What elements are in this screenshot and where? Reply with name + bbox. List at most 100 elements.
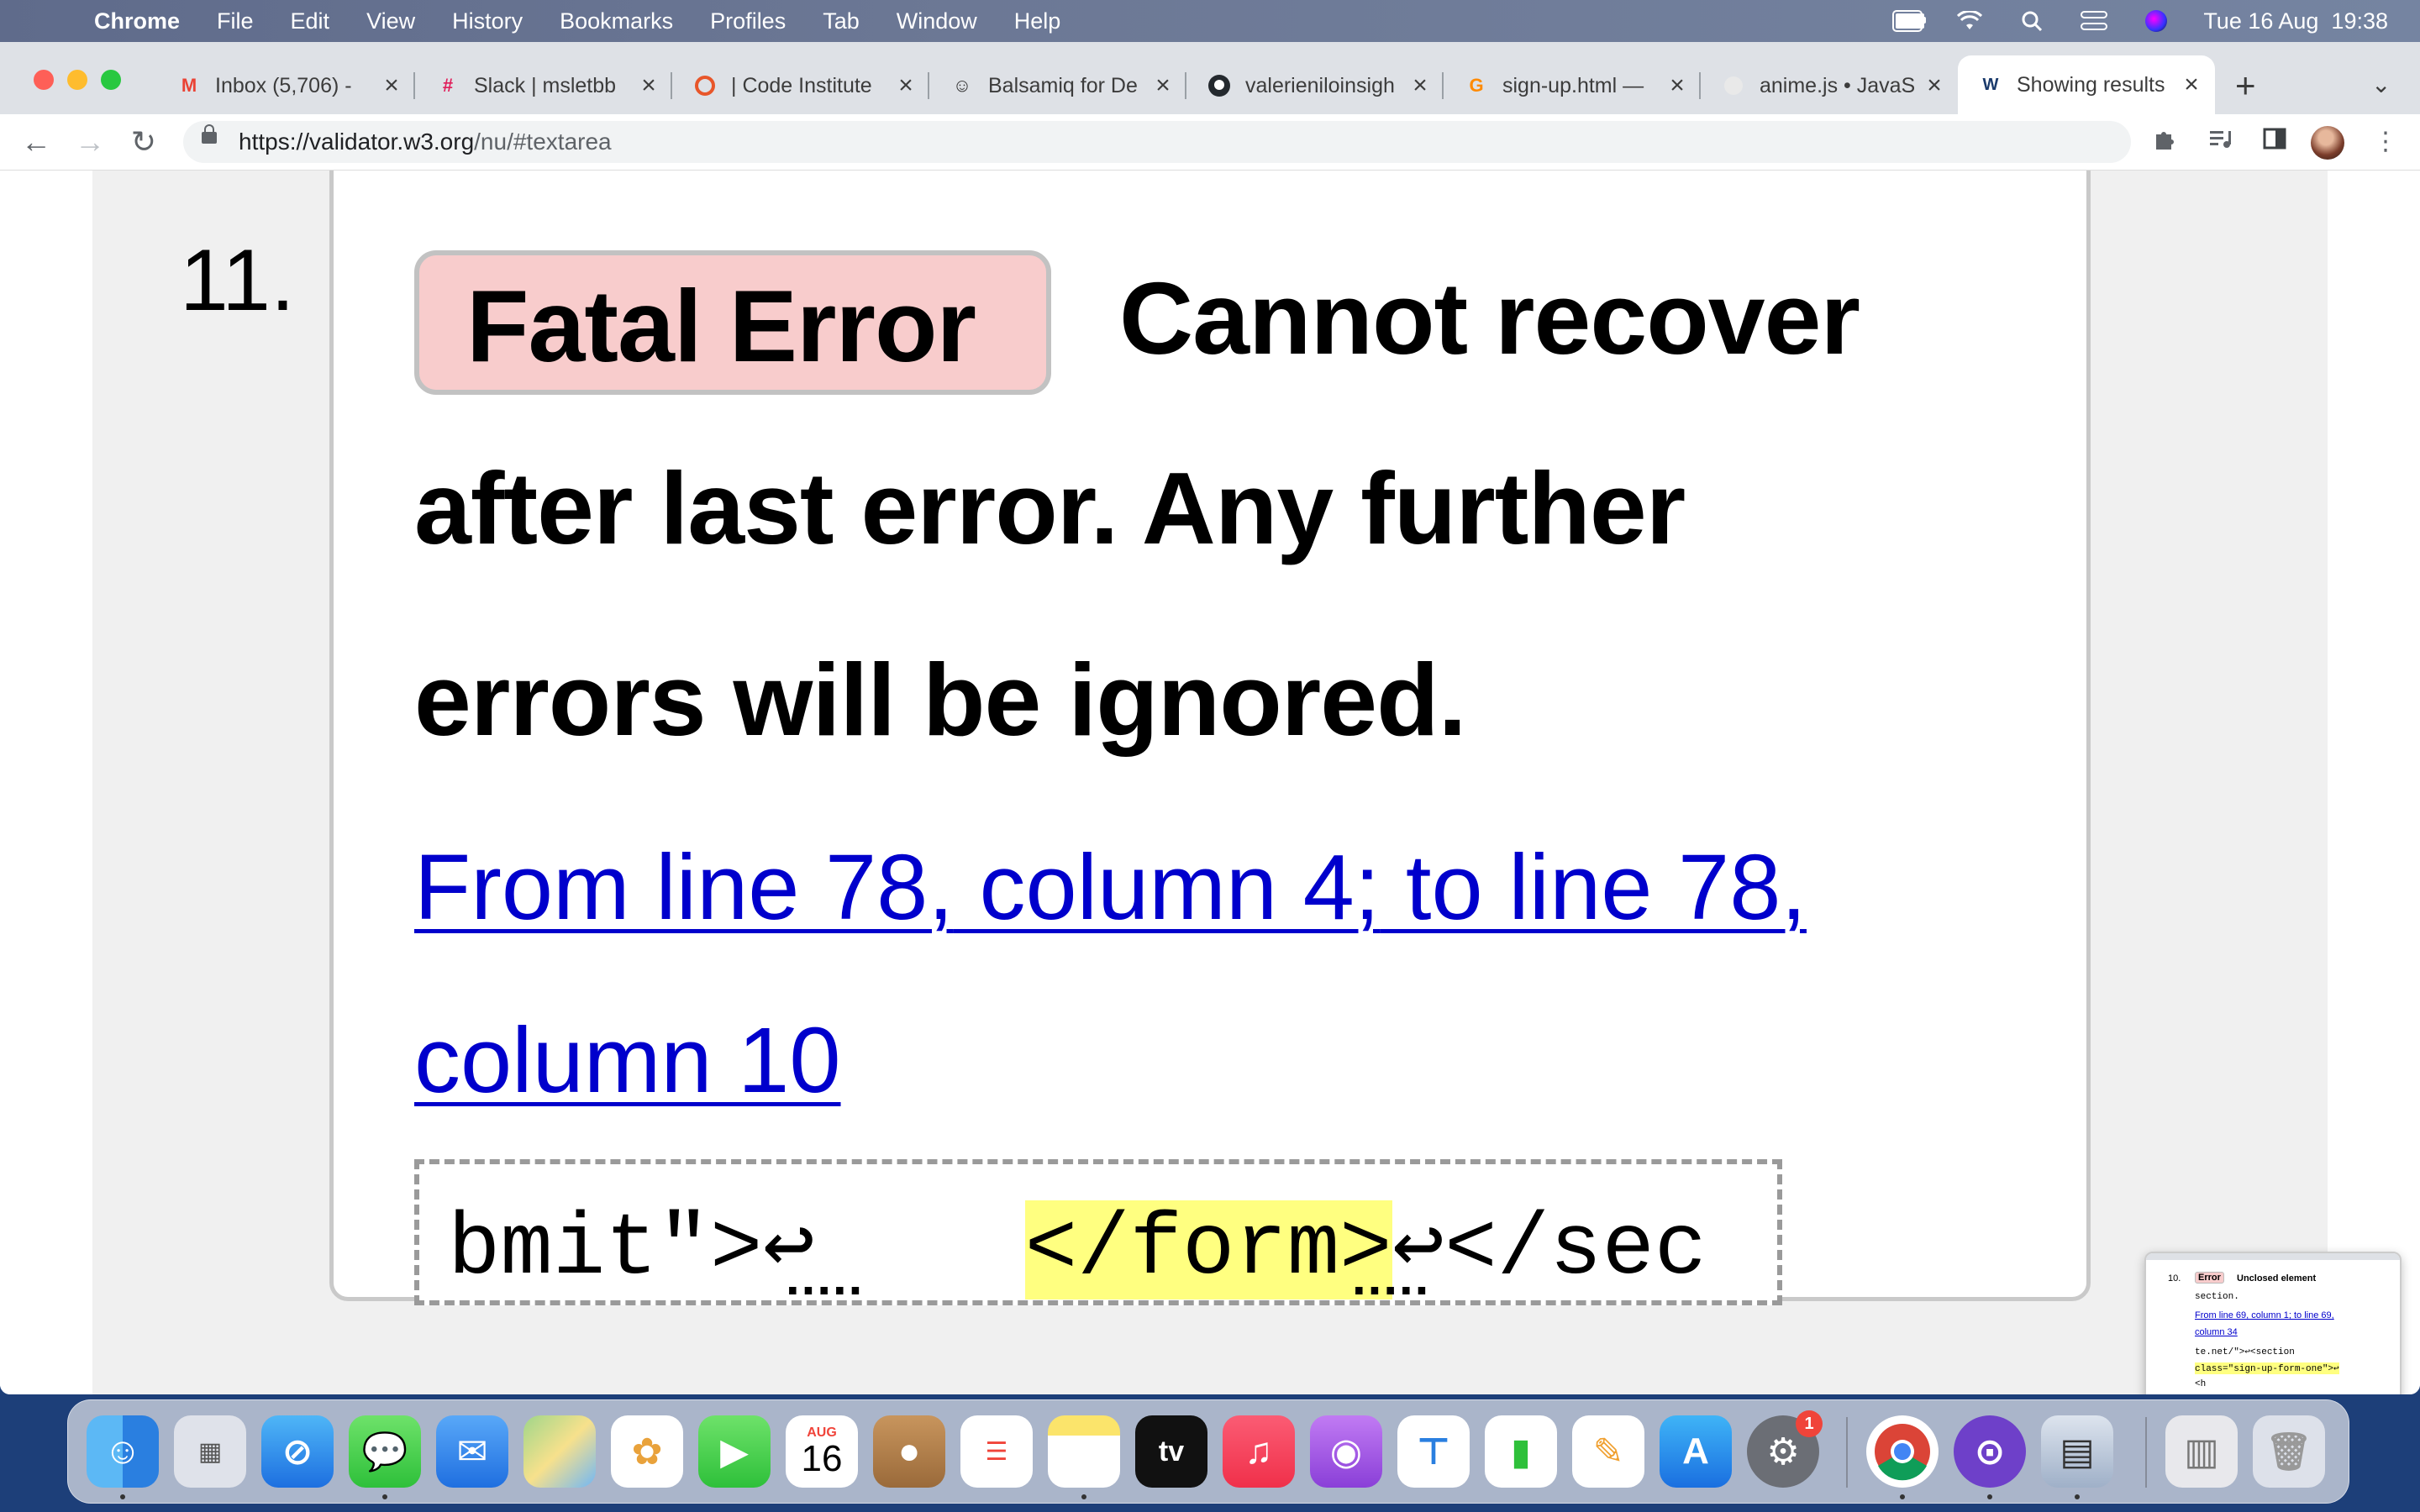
extract-code: bmit">↩ </form>↩</sec	[448, 1191, 1707, 1299]
close-window-button[interactable]	[34, 70, 54, 90]
tab-gitpod[interactable]: G sign-up.html — ×	[1444, 60, 1701, 111]
apple-tv-icon[interactable]: tv	[1135, 1415, 1207, 1488]
location-from-line[interactable]: From line 78,	[414, 836, 954, 939]
close-tab-icon[interactable]: ×	[639, 71, 659, 100]
menu-edit[interactable]: Edit	[291, 8, 330, 34]
close-tab-icon[interactable]: ×	[381, 71, 402, 100]
media-control-icon[interactable]	[2205, 126, 2237, 158]
system-preferences-icon[interactable]: ⚙ 1	[1747, 1410, 1823, 1488]
close-tab-icon[interactable]: ×	[1924, 71, 1944, 100]
tab-github[interactable]: valerieniloinsigh ×	[1186, 60, 1444, 111]
launchpad-icon[interactable]: ▦	[174, 1415, 246, 1488]
menu-file[interactable]: File	[217, 8, 254, 34]
thumb-link-1: From line 69, column 1; to line 69,	[2195, 1310, 2334, 1320]
tab-balsamiq[interactable]: ☺ Balsamiq for De ×	[929, 60, 1186, 111]
location-from-column[interactable]: column 4;	[954, 836, 1380, 939]
close-tab-icon[interactable]: ×	[2181, 71, 2202, 99]
menu-profiles[interactable]: Profiles	[710, 8, 786, 34]
photos-icon[interactable]: ✿	[611, 1415, 683, 1488]
minimize-window-button[interactable]	[67, 70, 87, 90]
message-text-line-1: Cannot recover	[1119, 261, 1860, 375]
tab-validator-active[interactable]: W Showing results ×	[1958, 55, 2215, 114]
linebreak-marker: .....	[786, 1249, 865, 1305]
lock-icon[interactable]	[202, 124, 217, 144]
extensions-puzzle-icon[interactable]	[2149, 126, 2181, 158]
github-icon	[1207, 73, 1232, 98]
location-link[interactable]: From line 78, column 4; to line 78,	[414, 834, 1807, 941]
trash-icon[interactable]: 🗑	[2253, 1415, 2325, 1488]
tab-title: valerieniloinsigh	[1245, 73, 1395, 97]
address-url[interactable]: https://validator.w3.org/nu/#textarea	[239, 121, 612, 163]
tab-search-chevron-icon[interactable]: ⌄	[2371, 71, 2391, 98]
numbers-icon[interactable]: ▮	[1485, 1415, 1557, 1488]
menu-history[interactable]: History	[452, 8, 523, 34]
extract-before: bmit">↩	[448, 1200, 1025, 1299]
mail-icon[interactable]: ✉	[436, 1415, 508, 1488]
forward-button[interactable]: →	[71, 123, 109, 161]
music-icon[interactable]: ♫	[1223, 1415, 1295, 1488]
side-panel-icon[interactable]	[2259, 126, 2291, 158]
location-link-column[interactable]: column 10	[414, 1007, 841, 1114]
chrome-menu-icon[interactable]: ⋮	[2370, 126, 2402, 158]
thumb-error-badge: Error	[2195, 1272, 2224, 1284]
keynote-icon[interactable]: ⊤	[1397, 1415, 1470, 1488]
fatal-error-badge: Fatal Error	[414, 250, 1051, 395]
facetime-icon[interactable]: ▶	[698, 1415, 771, 1488]
screenshot-thumbnail-preview[interactable]: 10. Error Unclosed element section. From…	[2144, 1252, 2402, 1394]
browser-toolbar: ← → ↻ https://validator.w3.org/nu/#texta…	[0, 114, 2420, 171]
safari-icon[interactable]: ⊘	[261, 1415, 334, 1488]
extract-highlight: </form>	[1024, 1200, 1392, 1299]
notes-icon[interactable]	[1048, 1415, 1120, 1488]
close-tab-icon[interactable]: ×	[1410, 71, 1430, 100]
preview-icon[interactable]: ▤	[2041, 1415, 2113, 1488]
battery-icon[interactable]	[1892, 10, 1927, 32]
chrome-icon[interactable]	[1866, 1415, 1939, 1488]
messages-icon[interactable]: 💬	[349, 1415, 421, 1488]
browser-window: M Inbox (5,706) - × # Slack | msletbb × …	[0, 42, 2420, 1394]
address-bar[interactable]: https://validator.w3.org/nu/#textarea	[183, 121, 2131, 163]
control-center-icon[interactable]	[2079, 10, 2109, 32]
menu-tab[interactable]: Tab	[823, 8, 860, 34]
url-host: https://validator.w3.org	[239, 129, 475, 155]
menu-view[interactable]: View	[366, 8, 415, 34]
tab-slack[interactable]: # Slack | msletbb ×	[415, 60, 672, 111]
balsamiq-icon: ☺	[952, 75, 972, 96]
close-tab-icon[interactable]: ×	[896, 71, 916, 100]
podcasts-icon[interactable]: ◉	[1310, 1415, 1382, 1488]
code-extract: bmit">↩ </form>↩</sec ..... .....	[414, 1159, 1782, 1305]
menu-bookmarks[interactable]: Bookmarks	[560, 8, 673, 34]
location-to-line[interactable]: to line 78,	[1380, 836, 1807, 939]
tab-code-institute[interactable]: | Code Institute ×	[672, 60, 929, 111]
zoom-window-button[interactable]	[101, 70, 121, 90]
new-tab-button[interactable]: +	[2235, 68, 2256, 103]
github-desktop-icon[interactable]: ⊙	[1954, 1415, 2026, 1488]
maps-icon[interactable]	[523, 1415, 596, 1488]
close-tab-icon[interactable]: ×	[1153, 71, 1173, 100]
close-tab-icon[interactable]: ×	[1667, 71, 1687, 100]
gitpod-icon: G	[1469, 75, 1484, 96]
thumb-code-2: te.net/">↩<section	[2195, 1347, 2295, 1357]
tv-label: tv	[1158, 1435, 1185, 1467]
back-button[interactable]: ←	[17, 123, 55, 161]
menu-help[interactable]: Help	[1014, 8, 1061, 34]
contacts-icon[interactable]: ●	[873, 1415, 945, 1488]
tab-title: Slack | msletbb	[474, 73, 617, 97]
pages-icon[interactable]: ✎	[1572, 1415, 1644, 1488]
profile-avatar[interactable]	[2311, 126, 2344, 160]
reminders-icon[interactable]: ☰	[960, 1415, 1033, 1488]
message-number: 11.	[180, 232, 295, 329]
tab-title: Balsamiq for De	[988, 73, 1138, 97]
menu-clock[interactable]: Tue 16 Aug 19:38	[2203, 8, 2388, 34]
menu-window[interactable]: Window	[897, 8, 977, 34]
tab-animejs[interactable]: anime.js • JavaS ×	[1701, 60, 1958, 111]
reload-button[interactable]: ↻	[124, 123, 163, 161]
downloads-stack-icon[interactable]: ▥	[2165, 1415, 2238, 1488]
wifi-icon[interactable]	[1954, 10, 1985, 32]
menu-app-name[interactable]: Chrome	[94, 8, 180, 34]
spotlight-search-icon[interactable]	[2017, 10, 2047, 32]
app-store-icon[interactable]: A	[1660, 1415, 1732, 1488]
finder-icon[interactable]: ☺	[87, 1415, 159, 1488]
tab-gmail[interactable]: M Inbox (5,706) - ×	[156, 60, 415, 111]
calendar-icon[interactable]: AUG 16	[786, 1415, 858, 1488]
siri-icon[interactable]	[2141, 10, 2171, 32]
